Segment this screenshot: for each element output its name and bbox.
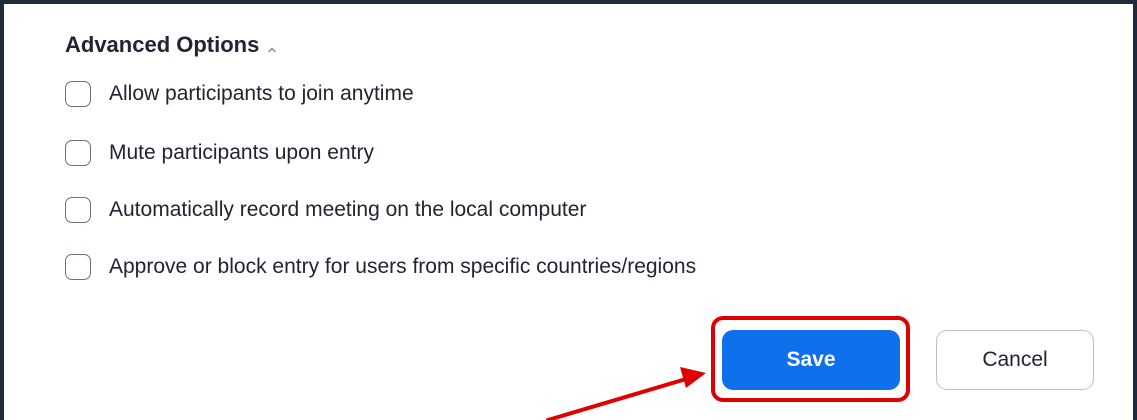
option-label: Automatically record meeting on the loca… [109, 198, 587, 221]
option-approve-block-regions[interactable]: Approve or block entry for users from sp… [65, 254, 696, 280]
save-button[interactable]: Save [722, 330, 900, 390]
checkbox[interactable] [65, 197, 91, 223]
checkbox[interactable] [65, 81, 91, 107]
checkbox[interactable] [65, 254, 91, 280]
option-auto-record-local[interactable]: Automatically record meeting on the loca… [65, 197, 586, 223]
option-label: Allow participants to join anytime [109, 82, 414, 105]
chevron-up-icon[interactable] [267, 42, 277, 53]
option-label: Approve or block entry for users from sp… [109, 255, 697, 278]
option-mute-upon-entry[interactable]: Mute participants upon entry [65, 140, 374, 166]
advanced-options-header[interactable]: Advanced Options [65, 32, 277, 58]
advanced-options-title: Advanced Options [65, 32, 260, 57]
option-label: Mute participants upon entry [109, 141, 374, 164]
checkbox[interactable] [65, 140, 91, 166]
option-allow-join-anytime[interactable]: Allow participants to join anytime [65, 81, 414, 107]
cancel-button[interactable]: Cancel [936, 330, 1094, 390]
dialog-panel: Advanced Options Allow participants to j… [0, 0, 1137, 420]
